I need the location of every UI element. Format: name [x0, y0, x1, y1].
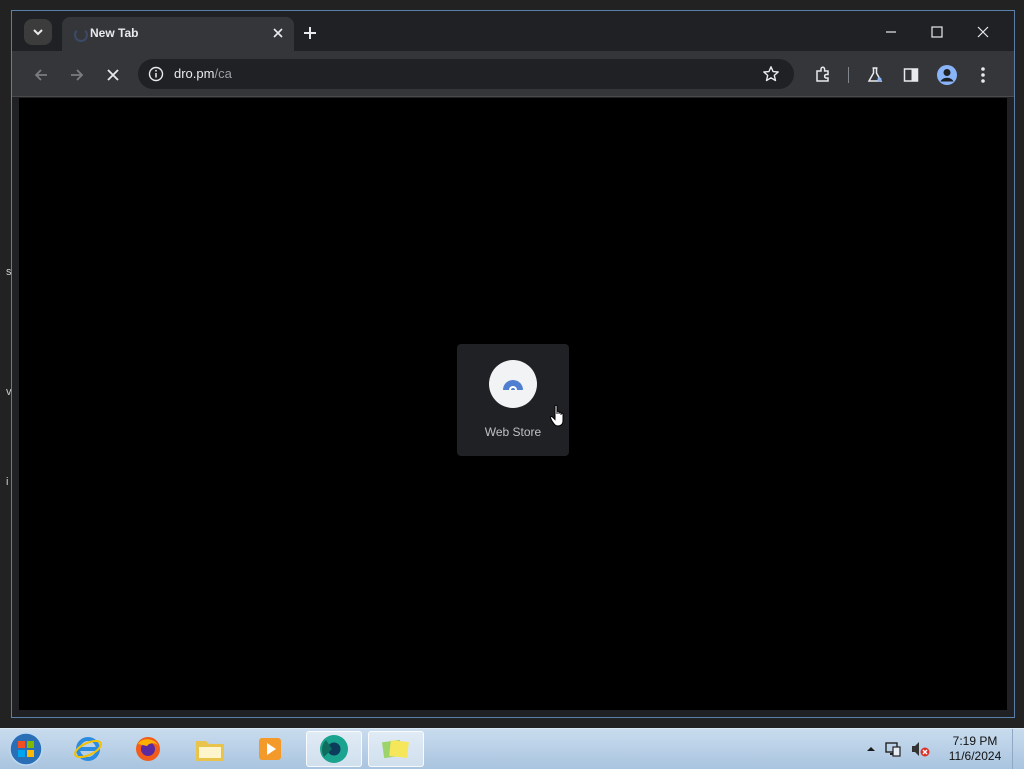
taskbar-internet-explorer[interactable] — [60, 731, 116, 767]
close-icon — [977, 26, 989, 38]
shortcut-icon-circle — [489, 360, 537, 408]
star-icon[interactable] — [762, 65, 780, 83]
clock-date: 11/6/2024 — [948, 749, 1002, 763]
loading-icon — [74, 28, 88, 42]
url-path: /ca — [214, 66, 232, 81]
media-player-icon — [259, 738, 281, 760]
taskbar-chrome[interactable] — [306, 731, 362, 767]
tab-title: New Tab — [90, 26, 139, 40]
back-button[interactable] — [28, 62, 54, 88]
taskbar: 7:19 PM 11/6/2024 — [0, 728, 1024, 769]
more-vert-icon — [981, 67, 985, 83]
labs-button[interactable] — [864, 64, 886, 86]
url-host: dro.pm — [174, 66, 215, 81]
hand-cursor-icon — [549, 404, 564, 427]
clock-time: 7:19 PM — [952, 734, 998, 748]
windows-orb-icon — [9, 732, 43, 766]
title-bar: New Tab — [12, 11, 1014, 51]
close-window-button[interactable] — [966, 19, 1000, 45]
taskbar-clock[interactable]: 7:19 PM 11/6/2024 — [938, 734, 1012, 764]
address-bar[interactable]: dro.pm/ca — [138, 59, 794, 89]
chrome-icon — [320, 735, 348, 763]
side-panel-button[interactable] — [900, 64, 922, 86]
minimize-icon — [886, 31, 896, 33]
info-icon[interactable] — [148, 66, 164, 82]
firefox-icon — [136, 737, 160, 761]
plus-icon — [304, 27, 316, 39]
taskbar-sticky-notes[interactable] — [368, 731, 424, 767]
web-store-icon — [503, 380, 523, 390]
desktop-partial-text: i — [6, 476, 9, 488]
show-desktop-button[interactable] — [1012, 729, 1024, 769]
maximize-button[interactable] — [920, 19, 954, 45]
show-hidden-icons-icon[interactable] — [866, 744, 876, 754]
menu-button[interactable] — [972, 64, 994, 86]
profile-button[interactable] — [936, 64, 958, 86]
stop-loading-button[interactable] — [100, 62, 126, 88]
taskbar-file-explorer[interactable] — [182, 731, 238, 767]
tab-search-button[interactable] — [24, 19, 52, 45]
browser-toolbar: dro.pm/ca — [12, 51, 1014, 97]
tab-close-button[interactable] — [268, 23, 288, 43]
flask-icon — [867, 67, 883, 82]
side-panel-icon — [903, 68, 919, 82]
forward-button[interactable] — [64, 62, 90, 88]
folder-icon — [196, 741, 224, 761]
internet-explorer-icon — [74, 737, 102, 761]
page-content: Web Store — [19, 98, 1007, 710]
puzzle-icon — [816, 66, 829, 82]
taskbar-firefox[interactable] — [120, 731, 176, 767]
close-icon — [107, 69, 119, 81]
shortcut-web-store[interactable]: Web Store — [457, 344, 569, 456]
minimize-button[interactable] — [874, 19, 908, 45]
browser-window: New Tab dro.pm/ca Web Store — [11, 10, 1015, 718]
close-icon — [273, 28, 283, 38]
chevron-down-icon — [33, 29, 43, 36]
extensions-button[interactable] — [812, 64, 834, 86]
maximize-icon — [931, 26, 943, 38]
network-icon[interactable] — [884, 740, 902, 758]
arrow-right-icon — [71, 69, 84, 81]
start-button[interactable] — [6, 731, 46, 767]
taskbar-media-player[interactable] — [242, 731, 298, 767]
sticky-notes-icon — [381, 739, 409, 759]
avatar-icon — [937, 65, 957, 85]
tab-new-tab[interactable]: New Tab — [62, 17, 294, 51]
arrow-left-icon — [34, 69, 47, 81]
volume-muted-icon[interactable] — [910, 740, 930, 758]
toolbar-divider — [848, 67, 849, 83]
new-tab-button[interactable] — [298, 21, 322, 45]
url-text: dro.pm/ca — [174, 66, 232, 81]
system-tray — [866, 739, 930, 759]
